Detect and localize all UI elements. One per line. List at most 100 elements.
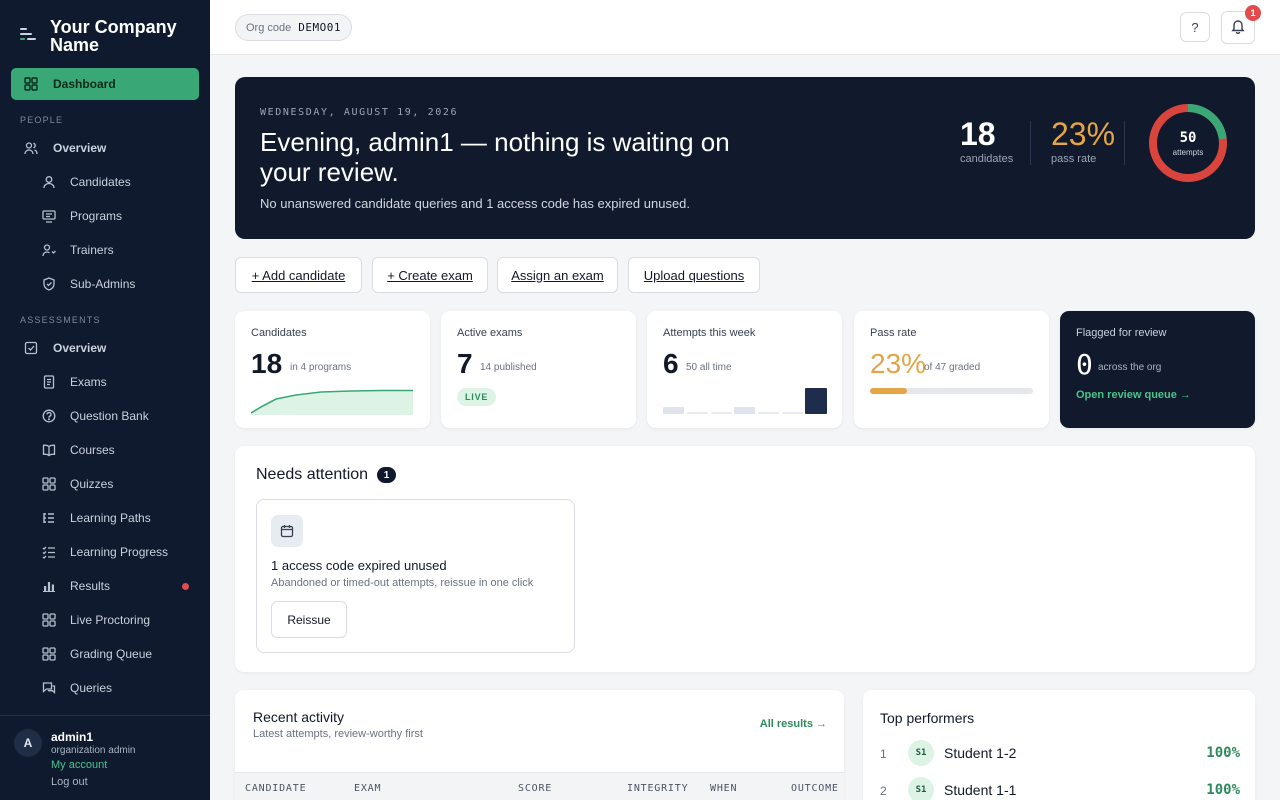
hero-title: Evening, admin1 — nothing is waiting on …: [260, 127, 730, 187]
section-label-people: PEOPLE: [20, 115, 64, 125]
divider: [1030, 121, 1031, 165]
bell-icon: [1230, 18, 1246, 37]
sidebar-item-label: Live Proctoring: [70, 613, 151, 627]
checkbox-icon: [23, 340, 39, 356]
chat-icon: [41, 680, 57, 696]
notifications-button[interactable]: 1: [1221, 5, 1261, 44]
card-value: 23%: [870, 348, 927, 379]
hero-pass-rate-label: pass rate: [1051, 153, 1097, 165]
performer-rank: 2: [880, 784, 887, 798]
card-active-exams[interactable]: Active exams 7 14 published LIVE: [441, 311, 636, 428]
grid-icon: [41, 612, 57, 628]
performer-row[interactable]: 2 S1 Student 1-1 100%: [880, 777, 1240, 800]
recent-activity-panel: Recent activity Latest attempts, review-…: [235, 690, 844, 800]
sidebar-item-label: Queries: [70, 681, 113, 695]
section-label-assessments: ASSESSMENTS: [20, 315, 101, 325]
hero-stat-candidates: 18 candidates: [960, 117, 1013, 165]
table-header: CANDIDATE EXAM SCORE INTEGRITY WHEN OUTC…: [235, 772, 844, 800]
sidebar-item-learning-paths[interactable]: Learning Paths: [11, 502, 199, 534]
sidebar-item-question-bank[interactable]: Question Bank: [11, 400, 199, 432]
sidebar-item-label: Dashboard: [53, 77, 116, 91]
performer-score: 100%: [1206, 782, 1240, 798]
org-code-value: DEMO01: [298, 21, 341, 34]
all-results-link[interactable]: All results →: [760, 718, 827, 730]
performer-rank: 1: [880, 747, 887, 761]
org-code-label: Org code: [246, 21, 292, 34]
open-review-queue-link[interactable]: Open review queue →: [1076, 389, 1191, 401]
card-candidates[interactable]: Candidates 18 in 4 programs: [235, 311, 430, 428]
sidebar-item-queries[interactable]: Queries: [11, 672, 199, 704]
sidebar-item-people-overview[interactable]: Overview: [11, 132, 199, 164]
sidebar: Your Company Name Dashboard PEOPLE Overv…: [0, 0, 210, 800]
sidebar-item-programs[interactable]: Programs: [11, 200, 199, 232]
sidebar-item-dashboard[interactable]: Dashboard: [11, 68, 199, 100]
sidebar-item-exams[interactable]: Exams: [11, 366, 199, 398]
shield-icon: [41, 276, 57, 292]
sidebar-item-sub-admins[interactable]: Sub-Admins: [11, 268, 199, 300]
help-icon: ?: [1191, 19, 1199, 35]
column-header-exam[interactable]: EXAM: [354, 783, 381, 794]
column-header-integrity[interactable]: INTEGRITY: [627, 783, 688, 794]
card-pass-rate[interactable]: Pass rate 23% of 47 graded: [854, 311, 1049, 428]
grid-icon: [41, 476, 57, 492]
calendar-icon: [271, 515, 303, 547]
recent-activity-subtitle: Latest attempts, review-worthy first: [253, 728, 423, 740]
sidebar-item-grading-queue[interactable]: Grading Queue: [11, 638, 199, 670]
card-value: 18: [251, 348, 283, 379]
performer-score: 100%: [1206, 745, 1240, 761]
sidebar-item-courses[interactable]: Courses: [11, 434, 199, 466]
avatar[interactable]: A: [14, 729, 42, 757]
column-header-score[interactable]: SCORE: [518, 783, 552, 794]
sidebar-item-trainers[interactable]: Trainers: [11, 234, 199, 266]
card-value: 0: [1076, 348, 1093, 381]
user-role: organization admin: [51, 745, 136, 756]
sidebar-item-assessments-overview[interactable]: Overview: [11, 332, 199, 364]
user-icon: [41, 174, 57, 190]
sidebar-item-results[interactable]: Results: [11, 570, 199, 602]
divider: [1124, 121, 1125, 165]
hero-attempts-label: attempts: [1172, 147, 1204, 157]
users-icon: [23, 140, 39, 156]
sidebar-item-learning-progress[interactable]: Learning Progress: [11, 536, 199, 568]
avatar: S1: [908, 740, 934, 766]
avatar: S1: [908, 777, 934, 800]
sidebar-item-quizzes[interactable]: Quizzes: [11, 468, 199, 500]
topbar: Org code DEMO01 ? 1: [210, 0, 1280, 55]
my-account-link[interactable]: My account: [51, 759, 107, 771]
recent-activity-title: Recent activity: [253, 709, 345, 725]
upload-questions-button[interactable]: Upload questions: [628, 257, 760, 293]
create-exam-button[interactable]: + Create exam: [372, 257, 488, 293]
sidebar-item-label: Grading Queue: [70, 647, 153, 661]
card-flagged[interactable]: Flagged for review 0 across the org Open…: [1060, 311, 1255, 428]
column-header-candidate[interactable]: CANDIDATE: [245, 783, 306, 794]
attention-item-card: 1 access code expired unused Abandoned o…: [256, 499, 575, 653]
book-icon: [41, 442, 57, 458]
column-header-outcome[interactable]: OUTCOME: [791, 783, 839, 794]
hero-subtitle: No unanswered candidate queries and 1 ac…: [260, 196, 691, 211]
add-candidate-button[interactable]: + Add candidate: [235, 257, 362, 293]
attention-item-description: Abandoned or timed-out attempts, reissue…: [271, 577, 534, 589]
logout-link[interactable]: Log out: [51, 776, 88, 788]
reissue-button[interactable]: Reissue: [271, 601, 347, 638]
card-note: across the org: [1098, 362, 1162, 373]
sidebar-item-live-proctoring[interactable]: Live Proctoring: [11, 604, 199, 636]
attention-count-badge: 1: [377, 467, 396, 483]
pass-rate-progress: [870, 388, 1033, 394]
card-attempts[interactable]: Attempts this week 6 50 all time: [647, 311, 842, 428]
live-badge: LIVE: [457, 388, 497, 406]
needs-attention-panel: Needs attention 1 1 access code expired …: [235, 446, 1255, 672]
column-header-when[interactable]: WHEN: [710, 783, 737, 794]
sidebar-item-label: Learning Paths: [70, 511, 151, 525]
card-title: Active exams: [457, 327, 523, 339]
performer-row[interactable]: 1 S1 Student 1-2 100%: [880, 740, 1240, 768]
user-name: admin1: [51, 730, 94, 744]
sidebar-item-label: Exams: [70, 375, 107, 389]
brand-name: Your Company Name: [50, 17, 177, 55]
sidebar-item-label: Overview: [53, 341, 107, 355]
document-icon: [41, 374, 57, 390]
assign-exam-button[interactable]: Assign an exam: [497, 257, 618, 293]
help-button[interactable]: ?: [1180, 12, 1210, 42]
org-code-pill[interactable]: Org code DEMO01: [235, 14, 352, 41]
attention-item-title: 1 access code expired unused: [271, 558, 447, 573]
sidebar-item-candidates[interactable]: Candidates: [11, 166, 199, 198]
